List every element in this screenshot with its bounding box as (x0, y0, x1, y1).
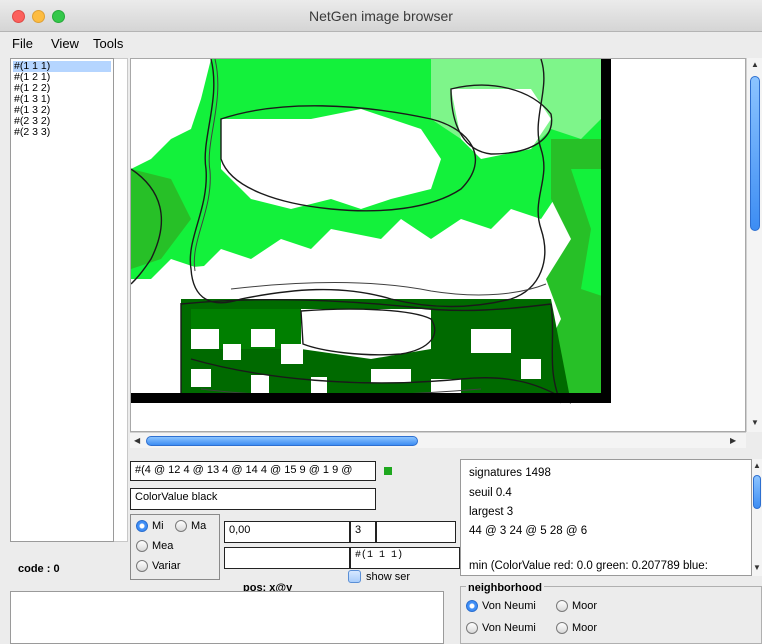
result-list[interactable]: #(1 1 1) #(1 2 1) #(1 2 2) #(1 3 1) #(1 … (10, 58, 114, 542)
radio-label: Von Neumi (482, 622, 536, 634)
scroll-down-icon[interactable]: ▼ (753, 563, 761, 572)
viewport-vertical-scrollbar[interactable]: ▲ ▼ (746, 58, 762, 432)
value-c-field[interactable] (376, 521, 456, 543)
menu-bar: File View Tools (0, 32, 762, 56)
radio-label: Von Neumi (482, 600, 536, 612)
info-line: min (ColorValue red: 0.0 green: 0.207789… (469, 560, 708, 572)
radio-button[interactable] (175, 520, 187, 532)
radio-button[interactable] (466, 600, 478, 612)
info-line: signatures 1498 (469, 467, 551, 479)
menu-view[interactable]: View (51, 36, 79, 51)
expression-field[interactable]: #(4 @ 12 4 @ 13 4 @ 14 4 @ 15 9 @ 1 9 @ (130, 461, 376, 481)
radio-button[interactable] (466, 622, 478, 634)
radio-label: Mea (152, 540, 174, 552)
scroll-right-icon[interactable]: ▶ (730, 436, 736, 445)
radio-label: Moor (572, 622, 598, 634)
radio-button[interactable] (136, 520, 148, 532)
neighborhood-group: Von Neumi Moor Von Neumi Moor (460, 586, 762, 644)
viewport-horizontal-scrollbar[interactable]: ◀ ▶ (130, 432, 746, 448)
output-text-area[interactable] (10, 591, 444, 644)
scroll-up-icon[interactable]: ▲ (751, 60, 759, 69)
value-d-field[interactable]: #(1 1 1) (350, 547, 460, 569)
menu-tools[interactable]: Tools (93, 36, 123, 51)
radio-button[interactable] (136, 540, 148, 552)
window-title: NetGen image browser (309, 8, 453, 24)
value-e-field[interactable] (224, 547, 350, 569)
value-b-field[interactable]: 3 (350, 521, 376, 543)
list-item[interactable]: #(2 3 3) (13, 127, 111, 138)
info-scrollbar[interactable]: ▲ ▼ (752, 459, 762, 576)
info-scroll-thumb[interactable] (753, 475, 761, 509)
code-label: code : 0 (18, 563, 60, 575)
title-bar: NetGen image browser (0, 0, 762, 32)
scroll-left-icon[interactable]: ◀ (134, 436, 140, 445)
aggregation-radio-group: Mi Ma Mea Variar (130, 514, 220, 580)
radio-button[interactable] (136, 560, 148, 572)
radio-label: Ma (191, 520, 207, 532)
image-viewport[interactable] (130, 58, 746, 432)
scroll-up-icon[interactable]: ▲ (753, 461, 761, 470)
value-a-field[interactable]: 0,00 (224, 521, 350, 543)
horizontal-scroll-thumb[interactable] (146, 436, 418, 446)
neighborhood-title: neighborhood (466, 582, 544, 594)
scroll-down-icon[interactable]: ▼ (751, 418, 759, 427)
show-ser-label: show ser (366, 571, 411, 583)
info-line: 44 @ 3 24 @ 5 28 @ 6 (469, 525, 588, 537)
show-ser-checkbox[interactable] (348, 570, 361, 583)
info-line: seuil 0.4 (469, 487, 512, 499)
radio-label: Moor (572, 600, 598, 612)
vertical-scroll-thumb[interactable] (750, 76, 760, 231)
info-panel[interactable]: signatures 1498 seuil 0.4 largest 3 44 @… (460, 459, 752, 576)
menu-file[interactable]: File (12, 36, 33, 51)
radio-button[interactable] (556, 622, 568, 634)
info-line: largest 3 (469, 506, 514, 518)
color-swatch (384, 467, 392, 475)
color-value-field[interactable]: ColorValue black (130, 488, 376, 510)
list-scrollbar[interactable] (114, 58, 128, 542)
radio-button[interactable] (556, 600, 568, 612)
radio-label: Mi (152, 520, 164, 532)
map-image (131, 59, 611, 404)
radio-label: Variar (152, 560, 181, 572)
